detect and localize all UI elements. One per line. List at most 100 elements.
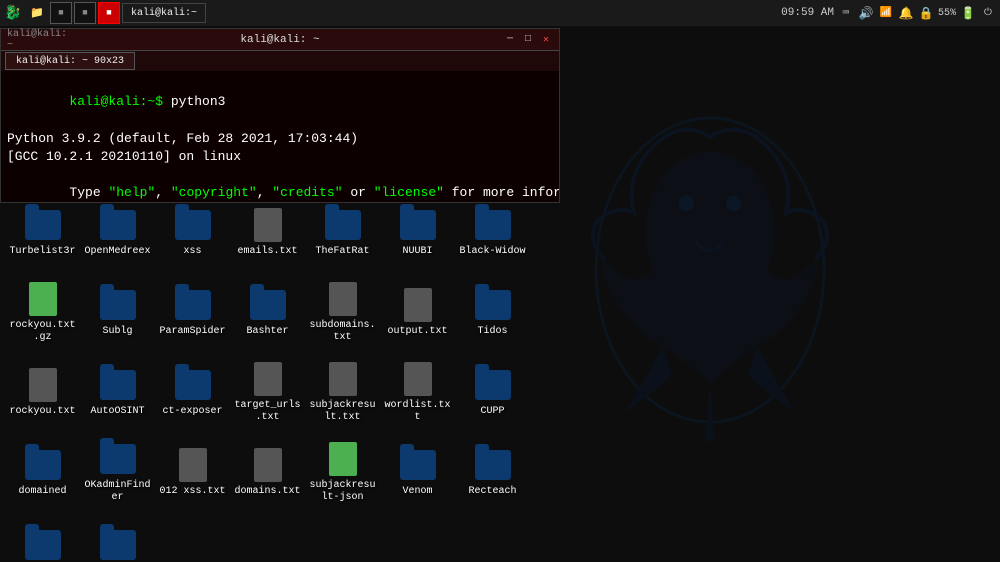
desktop-icon-autosint[interactable]: AutoOSINT [80,353,155,431]
desktop: 🐉 📁 ■ ■ ■ kali@kali:~ 09:59 AM ⌨ 🔊 📶 🔔 🔒… [0,0,1000,562]
desktop-icon-rockyou-gz[interactable]: rockyou.txt.gz [5,273,80,351]
folder-icon-img [175,207,211,243]
terminal-line-3: [GCC 10.2.1 20210110] on linux [7,148,553,166]
icon-label-wordlist-txt: wordlist.txt [384,400,451,424]
icon-label-subjackresult: subjackresult.txt [309,400,376,424]
folder-icon-img [100,527,136,562]
power-icon[interactable]: ⏻ [980,5,996,21]
terminal-taskbar-icon2[interactable]: ■ [74,2,96,24]
terminal-line-2: Python 3.9.2 (default, Feb 28 2021, 17:0… [7,130,553,148]
desktop-icon-venom[interactable]: Venom [380,433,455,511]
battery-icon[interactable]: 🔋 [960,5,976,21]
desktop-icon-xss[interactable]: xss [155,193,230,271]
desktop-icon-tidos[interactable]: Tidos [455,273,530,351]
desktop-icon-output-txt[interactable]: output.txt [380,273,455,351]
icon-label-turbelist: Turbelist3r [9,246,75,258]
file-icon-img [325,281,361,317]
desktop-icon-emails-txt[interactable]: emails.txt [230,193,305,271]
desktop-icon-rockyou-txt[interactable]: rockyou.txt [5,353,80,431]
icon-label-tidos: Tidos [477,326,507,338]
terminal-line-4: Type "help", "copyright", "credits" or "… [7,166,553,202]
folder-icon-img [475,207,511,243]
taskbar-right: 09:59 AM ⌨ 🔊 📶 🔔 🔒 55% 🔋 ⏻ [781,5,1000,21]
maximize-button[interactable]: □ [521,33,535,47]
icon-label-nuubi: NUUBI [402,246,432,258]
desktop-icon-turbelist[interactable]: Turbelist3r [5,193,80,271]
more-info: for more information. [444,185,559,200]
icon-label-012-xss: 012 xss.txt [159,486,225,498]
terminal-btn-label: kali@kali:~ [131,8,197,19]
icon-label-rockyou-txt: rockyou.txt [9,406,75,418]
desktop-icon-paramspider[interactable]: ParamSpider [155,273,230,351]
terminal-prompt-1: kali@kali:~$ [69,94,163,109]
icon-label-emails-txt: emails.txt [237,246,297,258]
close-button[interactable]: ✕ [539,33,553,47]
file-icon-img [325,361,361,397]
desktop-icon-domains-txt[interactable]: domains.txt [230,433,305,511]
folder-icon-img [100,287,136,323]
app-icon-red[interactable]: ■ [98,2,120,24]
kali-menu-icon[interactable]: 🐉 [2,2,24,24]
terminal-tab-1[interactable]: kali@kali: ~ 90x23 [5,52,135,70]
icon-label-cupp: CUPP [480,406,504,418]
minimize-button[interactable]: ─ [503,33,517,47]
icon-label-domained: domained [18,486,66,498]
file-green-icon-img [25,281,61,317]
file-icon-img [250,207,286,243]
terminal-taskbar-button[interactable]: kali@kali:~ [122,3,206,23]
desktop-icon-subdomains-txt[interactable]: subdomains.txt [305,273,380,351]
keyboard-icon[interactable]: ⌨ [838,5,854,21]
terminal-command: python3 [163,94,225,109]
desktop-icon-012-xss[interactable]: 012 xss.txt [155,433,230,511]
desktop-icon-dnscr[interactable]: DNScr [5,513,80,562]
folder-icon-img [175,367,211,403]
icon-label-subjackresult2: subjackresult-json [309,480,376,504]
icon-label-venom: Venom [402,486,432,498]
folder-icon-img [325,207,361,243]
desktop-icon-wordlist-txt[interactable]: wordlist.txt [380,353,455,431]
icon-label-sublg: Sublg [102,326,132,338]
terminal-tabs: kali@kali: ~ 90x23 [1,51,559,71]
desktop-icon-black-widow[interactable]: Black-Widow [455,193,530,271]
desktop-icon-target-urls[interactable]: target_urls.txt [230,353,305,431]
terminal-taskbar-icon1[interactable]: ■ [50,2,72,24]
icon-label-thefatrat: TheFatRat [315,246,369,258]
desktop-icon-recteach[interactable]: Recteach [455,433,530,511]
icon-label-domains-txt: domains.txt [234,486,300,498]
lock-icon[interactable]: 🔒 [918,5,934,21]
icon-label-output-txt: output.txt [387,326,447,338]
battery-percentage: 55% [938,8,956,19]
terminal-tab-label: kali@kali: ~ 90x23 [16,56,124,67]
desktop-icon-bashter[interactable]: Bashter [230,273,305,351]
folder-icon-img [100,207,136,243]
desktop-icon-thefatrat[interactable]: TheFatRat [305,193,380,271]
folder-icon-img [400,447,436,483]
terminal-title-center: kali@kali: ~ [57,34,503,46]
desktop-icon-vaf[interactable]: VAF [80,513,155,562]
file-icon-img [250,361,286,397]
copyright-keyword: "copyright" [171,185,257,200]
desktop-icon-okadminfinder[interactable]: OKadminFinder [80,433,155,511]
file-icon-img [400,361,436,397]
network-icon[interactable]: 📶 [878,5,894,21]
icon-label-bashter: Bashter [246,326,288,338]
desktop-icon-openmedreex[interactable]: OpenMedreex [80,193,155,271]
folder-icon-img [475,287,511,323]
desktop-icon-sublg[interactable]: Sublg [80,273,155,351]
files-taskbar-icon[interactable]: 📁 [26,2,48,24]
terminal-body[interactable]: kali@kali:~$ python3 Python 3.9.2 (defau… [1,71,559,202]
icon-label-rockyou-gz: rockyou.txt.gz [9,320,76,344]
bell-icon[interactable]: 🔔 [898,5,914,21]
icon-label-ct-exposer: ct-exposer [162,406,222,418]
taskbar-top: 🐉 📁 ■ ■ ■ kali@kali:~ 09:59 AM ⌨ 🔊 📶 🔔 🔒… [0,0,1000,26]
desktop-icon-subjackresult2[interactable]: subjackresult-json [305,433,380,511]
desktop-icon-cupp[interactable]: CUPP [455,353,530,431]
folder-icon-img [25,447,61,483]
desktop-icon-subjackresult[interactable]: subjackresult.txt [305,353,380,431]
folder-icon-img [475,367,511,403]
icon-label-subdomains-txt: subdomains.txt [309,320,376,344]
desktop-icon-nuubi[interactable]: NUUBI [380,193,455,271]
volume-icon[interactable]: 🔊 [858,5,874,21]
desktop-icon-ct-exposer[interactable]: ct-exposer [155,353,230,431]
desktop-icon-domained[interactable]: domained [5,433,80,511]
